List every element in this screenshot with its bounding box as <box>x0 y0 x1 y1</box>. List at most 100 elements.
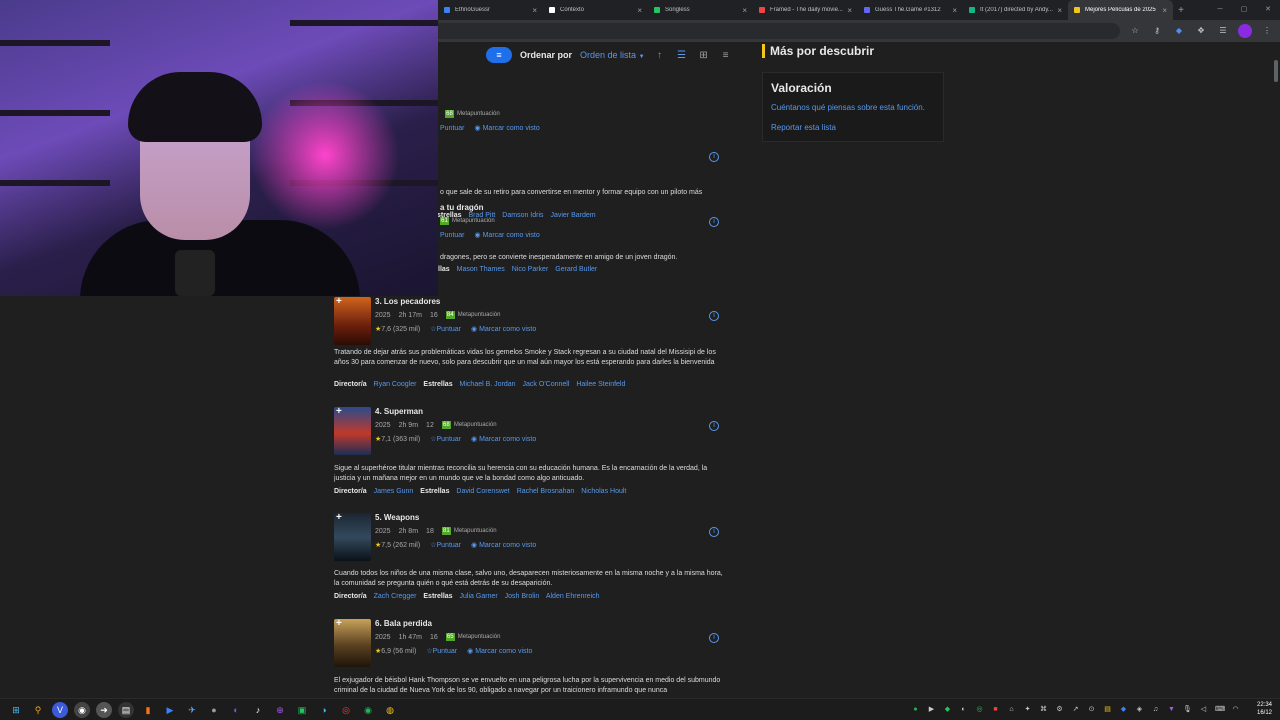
chrome-icon[interactable]: ◍ <box>382 702 398 718</box>
tab-it-2017[interactable]: It (2017) directed by Andy... × <box>963 0 1068 20</box>
wifi-icon[interactable]: ◠ <box>1231 704 1240 715</box>
app-icon[interactable]: ◑ <box>316 702 332 718</box>
tab-guess-the-game[interactable]: Guess The.Game #1312 × <box>858 0 963 20</box>
extension-icon[interactable]: ◆ <box>1172 24 1186 38</box>
bookmark-star-icon[interactable]: ☆ <box>1128 24 1142 38</box>
tray-icon[interactable]: ◎ <box>975 704 984 715</box>
star-link[interactable]: Damson Idris <box>502 212 543 219</box>
detailed-view-icon[interactable]: ☰ <box>675 50 689 61</box>
add-to-watchlist-icon[interactable]: + <box>336 619 342 629</box>
app-icon[interactable]: ⊕ <box>272 702 288 718</box>
tab-ethnoguessr[interactable]: EthnoGuessr × <box>438 0 543 20</box>
star-link[interactable]: Alden Ehrenreich <box>546 593 600 600</box>
star-link[interactable]: Rachel Brosnahan <box>517 488 575 495</box>
tray-icon[interactable]: ▼ <box>1167 704 1176 715</box>
tray-icon[interactable]: ↗ <box>1071 704 1080 715</box>
tab-close-icon[interactable]: × <box>952 6 957 15</box>
info-icon[interactable]: i <box>709 527 719 537</box>
start-button-icon[interactable]: ⊞ <box>8 702 24 718</box>
taskbar-clock[interactable]: 22:34 16/12 <box>1257 701 1272 717</box>
app-icon[interactable]: ▶ <box>162 702 178 718</box>
info-icon[interactable]: i <box>709 633 719 643</box>
tray-icon[interactable]: ⌂ <box>1007 704 1016 715</box>
microphone-tray-icon[interactable]: 🎙︎ <box>1183 704 1192 715</box>
mark-watched-button[interactable]: ◉ Marcar como visto <box>471 325 536 333</box>
movie-title[interactable]: 5. Weapons <box>375 513 419 522</box>
tray-icon[interactable]: ⌘ <box>1039 704 1048 715</box>
tray-icon[interactable]: ◆ <box>1119 704 1128 715</box>
tray-icon[interactable]: ■ <box>991 704 1000 715</box>
tiktok-icon[interactable]: ♪ <box>250 702 266 718</box>
star-link[interactable]: Mason Thames <box>457 266 505 273</box>
mark-watched-button[interactable]: ◉ Marcar como visto <box>475 124 540 132</box>
tab-close-icon[interactable]: × <box>742 6 747 15</box>
tab-mejores-peliculas[interactable]: Mejores Películas de 2025 × <box>1068 0 1173 20</box>
app-icon[interactable]: ➜ <box>96 702 112 718</box>
tab-close-icon[interactable]: × <box>1057 6 1062 15</box>
maximize-icon[interactable]: ▢ <box>1232 0 1256 20</box>
info-icon[interactable]: i <box>709 311 719 321</box>
tray-icon[interactable]: ✦ <box>1023 704 1032 715</box>
rate-button[interactable]: Puntuar <box>440 125 465 132</box>
add-to-watchlist-icon[interactable]: + <box>336 407 342 417</box>
tab-close-icon[interactable]: × <box>847 6 852 15</box>
movie-poster[interactable]: + <box>334 619 371 667</box>
movie-title[interactable]: 6. Bala perdida <box>375 619 432 628</box>
star-link[interactable]: Nicholas Hoult <box>581 488 626 495</box>
star-link[interactable]: Gerard Butler <box>555 266 597 273</box>
tray-icon[interactable]: ⚙ <box>1055 704 1064 715</box>
feedback-link[interactable]: Cuéntanos qué piensas sobre esta función… <box>771 103 935 112</box>
rate-button[interactable]: ☆Puntuar <box>426 647 457 655</box>
info-icon[interactable]: i <box>709 421 719 431</box>
sort-direction-arrow-icon[interactable]: ↑ <box>653 50 667 61</box>
menu-dots-icon[interactable]: ⋮ <box>1260 24 1274 38</box>
search-icon[interactable]: ⚲ <box>30 702 46 718</box>
director-link[interactable]: James Gunn <box>374 488 414 495</box>
star-link[interactable]: Josh Brolin <box>505 593 540 600</box>
app-icon[interactable]: ▣ <box>294 702 310 718</box>
movie-poster[interactable]: + <box>334 297 371 345</box>
star-link[interactable]: Hailee Steinfeld <box>576 381 625 388</box>
tray-icon[interactable]: ♫ <box>1151 704 1160 715</box>
movie-title[interactable]: 3. Los pecadores <box>375 297 440 306</box>
movie-poster[interactable]: + <box>334 513 371 561</box>
spotify-icon[interactable]: ◉ <box>360 702 376 718</box>
discord-icon[interactable]: ◐ <box>228 702 244 718</box>
director-link[interactable]: Zach Cregger <box>374 593 417 600</box>
tab-close-icon[interactable]: × <box>532 6 537 15</box>
star-link[interactable]: Michael B. Jordan <box>460 381 516 388</box>
sort-dropdown[interactable]: Orden de lista ▼ <box>580 50 645 60</box>
tray-icon[interactable]: ◆ <box>943 704 952 715</box>
rate-button[interactable]: Puntuar <box>440 232 465 239</box>
key-icon[interactable]: ⚷ <box>1150 24 1164 38</box>
star-link[interactable]: David Corenswet <box>456 488 509 495</box>
movie-title[interactable]: 4. Superman <box>375 407 423 416</box>
star-link[interactable]: Nico Parker <box>512 266 549 273</box>
tab-songless[interactable]: Songless × <box>648 0 753 20</box>
tray-icon[interactable]: ◐ <box>959 704 968 715</box>
info-icon[interactable]: i <box>709 152 719 162</box>
tray-icon[interactable]: ◈ <box>1135 704 1144 715</box>
mark-watched-button[interactable]: ◉ Marcar como visto <box>467 647 532 655</box>
tray-icon[interactable]: ▶ <box>927 704 936 715</box>
app-icon[interactable]: ▮ <box>140 702 156 718</box>
minimize-icon[interactable]: ─ <box>1208 0 1232 20</box>
rate-button[interactable]: ☆Puntuar <box>430 435 461 443</box>
compact-view-icon[interactable]: ≡ <box>719 50 733 61</box>
movie-poster[interactable]: + <box>334 407 371 455</box>
app-icon[interactable]: V <box>52 702 68 718</box>
star-link[interactable]: Javier Bardem <box>550 212 595 219</box>
app-icon[interactable]: ◎ <box>338 702 354 718</box>
spotify-tray-icon[interactable]: ● <box>911 704 920 715</box>
new-tab-button[interactable]: + <box>1173 5 1189 16</box>
app-icon[interactable]: ▤ <box>118 702 134 718</box>
grid-view-icon[interactable]: ⊞ <box>697 50 711 61</box>
report-list-link[interactable]: Reportar esta lista <box>771 123 935 132</box>
volume-icon[interactable]: ◁ <box>1199 704 1208 715</box>
tab-close-icon[interactable]: × <box>637 6 642 15</box>
mark-watched-button[interactable]: ◉ Marcar como visto <box>471 435 536 443</box>
app-icon[interactable]: ● <box>206 702 222 718</box>
director-link[interactable]: Ryan Coogler <box>374 381 417 388</box>
reading-list-icon[interactable]: ☰ <box>1216 24 1230 38</box>
puzzle-icon[interactable]: ✥ <box>1194 24 1208 38</box>
